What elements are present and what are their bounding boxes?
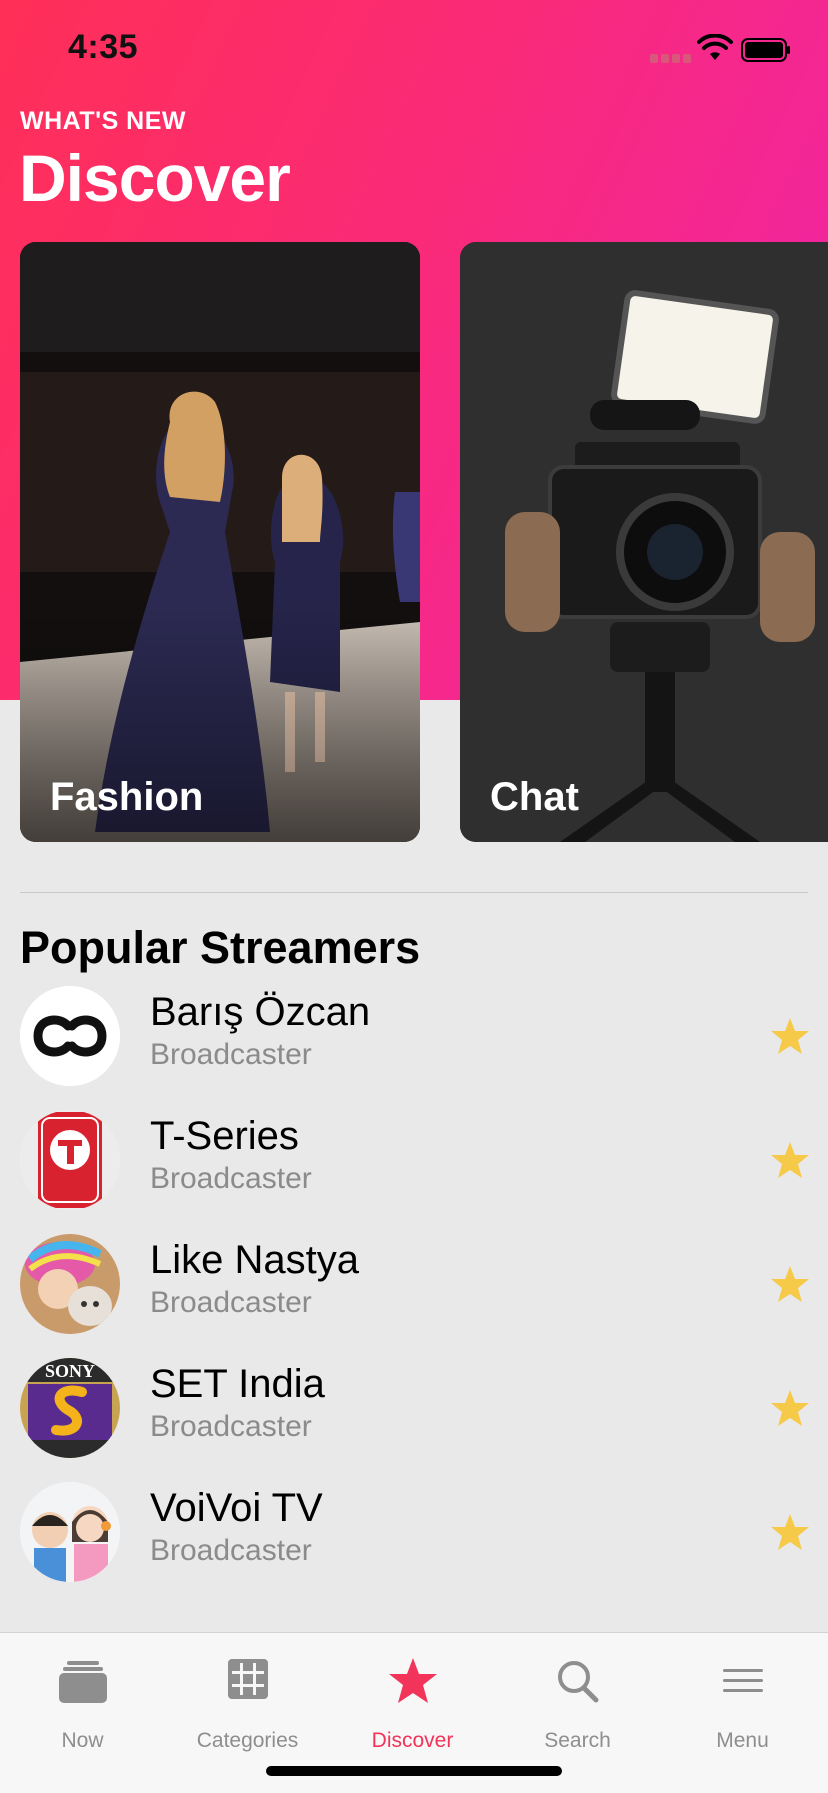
streamer-row[interactable]: Barış Özcan Broadcaster <box>0 986 828 1096</box>
streamer-role: Broadcaster <box>150 1410 312 1443</box>
avatar <box>20 1110 120 1210</box>
tab-discover[interactable]: Discover <box>330 1633 495 1763</box>
tab-categories[interactable]: Categories <box>165 1633 330 1763</box>
streamer-role: Broadcaster <box>150 1162 312 1195</box>
favorite-star-icon[interactable] <box>770 1264 810 1304</box>
tab-label: Categories <box>196 1729 299 1752</box>
camera-image <box>460 242 828 842</box>
card-label-fashion: Fashion <box>50 775 204 819</box>
tab-label: Menu <box>716 1729 769 1752</box>
category-card-chat[interactable]: Chat <box>460 242 828 842</box>
streamer-name: SET India <box>150 1362 325 1406</box>
tab-label: Search <box>544 1729 611 1752</box>
section-divider <box>20 892 808 893</box>
favorite-star-icon[interactable] <box>770 1388 810 1428</box>
wifi-icon <box>697 34 733 60</box>
card-label-chat: Chat <box>490 775 579 819</box>
streamer-name: Like Nastya <box>150 1238 359 1282</box>
streamer-name: Barış Özcan <box>150 990 371 1034</box>
category-card-fashion[interactable]: Fashion <box>20 242 420 842</box>
fashion-image <box>20 242 420 842</box>
streamer-name: T-Series <box>150 1114 299 1158</box>
favorite-star-icon[interactable] <box>770 1016 810 1056</box>
tab-search[interactable]: Search <box>495 1633 660 1763</box>
status-time: 4:35 <box>68 28 139 66</box>
streamer-row[interactable]: T-Series Broadcaster <box>0 1110 828 1220</box>
streamer-role: Broadcaster <box>150 1286 312 1319</box>
tab-label: Now <box>61 1729 104 1752</box>
streamer-name: VoiVoi TV <box>150 1486 323 1530</box>
cellular-signal-icon <box>650 53 692 63</box>
search-icon <box>557 1661 598 1703</box>
menu-icon <box>722 1669 763 1692</box>
streamer-row[interactable]: SONY SET India Broadcaster <box>0 1358 828 1468</box>
stack-icon <box>58 1661 107 1703</box>
streamer-role: Broadcaster <box>150 1534 312 1567</box>
section-eyebrow: WHAT'S NEW <box>20 107 187 135</box>
avatar <box>20 1482 120 1582</box>
page-title: Discover <box>19 141 291 215</box>
tab-label: Discover <box>371 1729 454 1752</box>
avatar <box>20 986 120 1086</box>
popular-streamers-title: Popular Streamers <box>20 922 421 973</box>
streamer-role: Broadcaster <box>150 1038 312 1071</box>
home-indicator[interactable] <box>266 1766 562 1776</box>
streamer-row[interactable]: VoiVoi TV Broadcaster <box>0 1482 828 1592</box>
favorite-star-icon[interactable] <box>770 1140 810 1180</box>
streamer-row[interactable]: Like Nastya Broadcaster <box>0 1234 828 1344</box>
avatar <box>20 1234 120 1334</box>
battery-icon <box>741 38 790 62</box>
svg-text:SONY: SONY <box>45 1361 95 1381</box>
tab-menu[interactable]: Menu <box>660 1633 825 1763</box>
status-bar: 4:35 <box>0 0 828 100</box>
favorite-star-icon[interactable] <box>770 1512 810 1552</box>
star-icon <box>388 1658 437 1703</box>
avatar: SONY <box>20 1358 120 1458</box>
tab-now[interactable]: Now <box>0 1633 165 1763</box>
grid-icon <box>227 1659 268 1699</box>
